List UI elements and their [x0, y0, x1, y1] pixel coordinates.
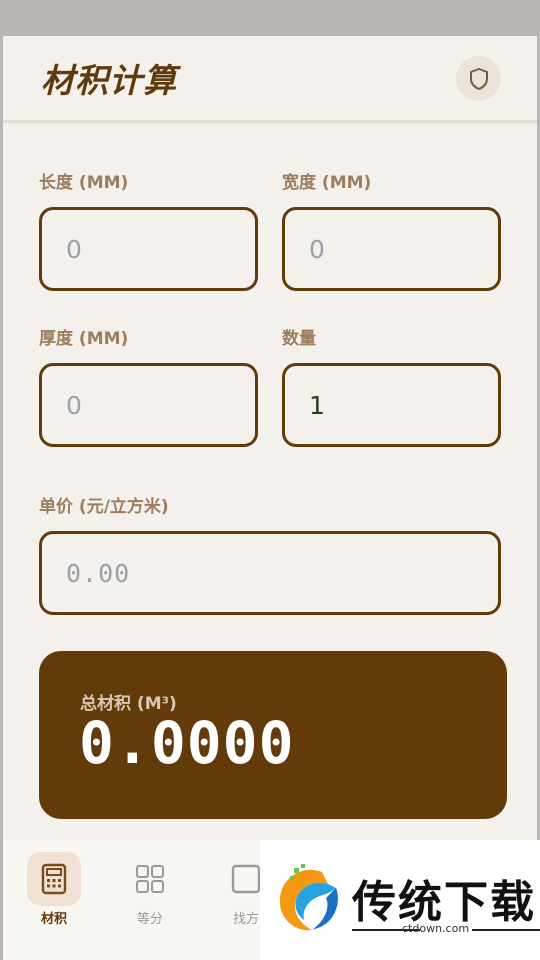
status-bar [0, 0, 540, 36]
grid-icon [136, 865, 164, 893]
unit-price-label: 单价 (元/立方米) [39, 497, 169, 517]
thickness-input[interactable] [42, 366, 255, 444]
thickness-field[interactable] [39, 363, 258, 447]
unit-price-input[interactable] [42, 534, 498, 612]
calculator-icon [41, 863, 67, 895]
thickness-label: 厚度 (MM) [39, 329, 129, 349]
quantity-field[interactable] [282, 363, 501, 447]
nav-label-square: 找方 [232, 912, 259, 927]
length-input[interactable] [42, 210, 255, 288]
page-title: 材积计算 [41, 61, 177, 100]
watermark: 传统下载 ctdown.com [260, 840, 540, 960]
width-field[interactable] [282, 207, 501, 291]
watermark-logo-icon [279, 864, 338, 931]
width-input[interactable] [285, 210, 498, 288]
app-screen: 材积计算 长度 (MM) 宽度 (MM) 厚度 (MM) 数量 单价 (元/立方… [3, 36, 537, 960]
result-value: 0.0000 [79, 709, 295, 777]
nav-item-divide[interactable]: 等分 [120, 852, 180, 932]
quantity-input[interactable] [285, 366, 498, 444]
app-header: 材积计算 [3, 36, 537, 123]
nav-item-volume[interactable]: 材积 [24, 852, 84, 932]
watermark-url: ctdown.com [402, 922, 470, 935]
length-field[interactable] [39, 207, 258, 291]
unit-price-field[interactable] [39, 531, 501, 615]
shield-icon [469, 67, 488, 90]
watermark-divider-right [472, 929, 540, 931]
quantity-label: 数量 [282, 329, 316, 349]
result-card: 总材积 (M³) 0.0000 [39, 651, 507, 819]
width-label: 宽度 (MM) [282, 173, 372, 193]
length-label: 长度 (MM) [39, 173, 129, 193]
square-icon [231, 864, 261, 894]
nav-label-volume: 材积 [40, 912, 67, 927]
watermark-brand: 传统下载 [352, 877, 536, 928]
shield-button[interactable] [456, 56, 501, 101]
nav-label-divide: 等分 [136, 912, 163, 927]
